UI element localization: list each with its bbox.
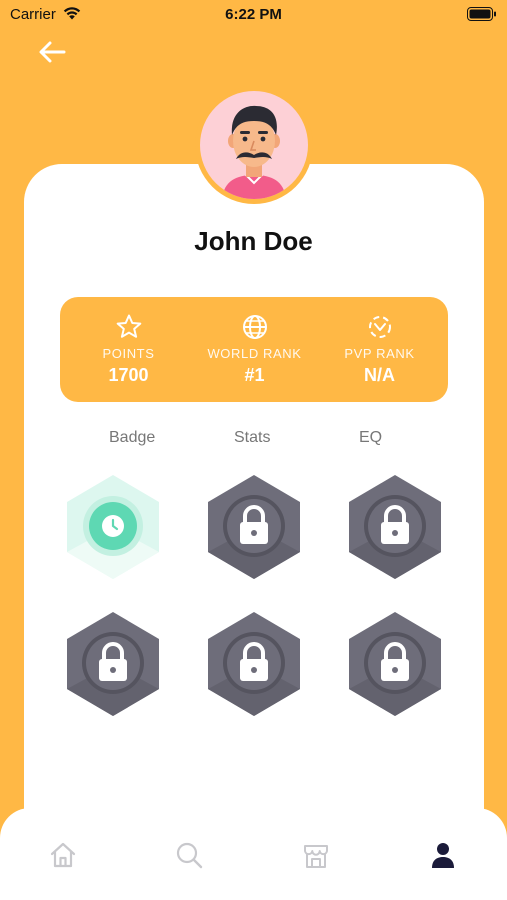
search-icon[interactable] [174,840,204,870]
avatar-illustration [222,105,286,199]
user-name: John Doe [194,226,313,256]
home-icon[interactable] [48,840,78,870]
globe-icon [242,315,267,339]
stat-value: 1700 [108,365,149,385]
avatar [195,86,313,204]
tab-stats[interactable]: Stats [234,429,270,447]
badge-locked[interactable] [347,473,443,581]
badge-locked[interactable] [65,610,161,718]
battery-icon [467,7,496,21]
badge-locked[interactable] [347,610,443,718]
star-icon [116,314,141,338]
back-button[interactable] [36,38,68,66]
profile-icon[interactable] [428,840,458,870]
clock-icon [102,515,124,537]
store-icon[interactable] [301,840,331,870]
stat-world-rank: WORLD RANK #1 [190,297,319,402]
stat-value: N/A [364,365,395,385]
badge-locked[interactable] [206,610,302,718]
bottom-nav [0,808,507,900]
tab-badge[interactable]: Badge [109,429,155,447]
stat-label: POINTS [102,346,155,361]
status-time: 6:22 PM [225,6,282,23]
pvp-rank-icon [368,316,391,338]
stat-label: PVP RANK [344,346,415,361]
badge-unlocked[interactable] [65,473,161,581]
badge-locked[interactable] [206,473,302,581]
stat-value: #1 [244,365,265,385]
tab-eq[interactable]: EQ [359,429,382,447]
status-bar: Carrier 6:22 PM [0,0,507,30]
stat-label: WORLD RANK [207,346,302,361]
stat-points: POINTS 1700 [64,297,193,402]
stats-summary: POINTS 1700 WORLD RANK #1 PVP RANK N/A [60,297,448,402]
stat-pvp-rank: PVP RANK N/A [315,297,444,402]
